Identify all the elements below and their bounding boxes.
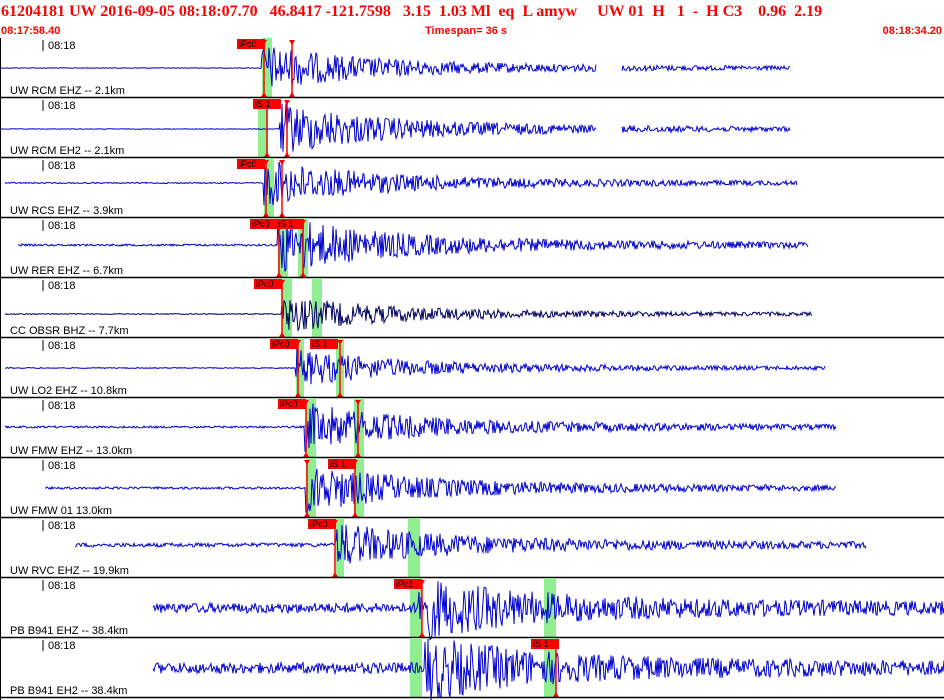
pick-marker-bottom bbox=[289, 92, 295, 97]
station-label: PB B941 EHZ -- 38.4km bbox=[10, 625, 128, 637]
timespan-label: Timespan= 36 s bbox=[425, 25, 508, 37]
pick-marker-bottom bbox=[279, 212, 285, 217]
waveform-trace bbox=[4, 161, 798, 206]
pick-window bbox=[408, 518, 420, 578]
time-label: 08:18 bbox=[48, 400, 76, 412]
event-summary-header: 61204181 UW 2016-09-05 08:18:07.70 46.84… bbox=[1, 3, 823, 20]
pick-label[interactable]: iS 1 bbox=[310, 339, 338, 349]
pick-label-text: iS 1 bbox=[533, 639, 549, 649]
pick-label[interactable]: iPc0 bbox=[237, 39, 265, 49]
time-label: 08:18 bbox=[48, 220, 76, 232]
trace-panel[interactable]: iPc0 08:18 UW RCM EHZ -- 2.1km bbox=[0, 38, 944, 99]
trace-panel[interactable]: iPc0 08:18 UW RVC EHZ -- 19.9km bbox=[0, 518, 944, 579]
pick-label[interactable]: iPc0 bbox=[250, 219, 278, 229]
station-label: UW RCM EH2 -- 2.1km bbox=[10, 145, 124, 157]
station-label: UW FMW EHZ -- 13.0km bbox=[10, 445, 132, 457]
trace-panel[interactable]: iPc1 08:18 PB B941 EHZ -- 38.4km bbox=[0, 578, 944, 641]
trace-panel[interactable]: iS 1 08:18 PB B941 EH2 -- 38.4km bbox=[0, 638, 944, 700]
pick-marker-bottom bbox=[284, 152, 290, 157]
pick-label-text: iPc0 bbox=[252, 219, 270, 229]
station-label: CC OBSR BHZ -- 7.7km bbox=[10, 325, 129, 337]
pick-label[interactable]: iPc0 bbox=[278, 399, 306, 409]
station-label: UW RER EHZ -- 6.7km bbox=[10, 265, 123, 277]
waveform-trace bbox=[5, 348, 826, 385]
pick-label[interactable]: iPc1 bbox=[394, 579, 422, 589]
time-label: 08:18 bbox=[48, 640, 76, 652]
pick-label[interactable]: iPc0 bbox=[254, 279, 282, 289]
time-label: 08:18 bbox=[48, 580, 76, 592]
pick-label-text: iPc0 bbox=[280, 399, 298, 409]
station-label: UW RCM EHZ -- 2.1km bbox=[10, 85, 125, 97]
trace-panel[interactable]: iPc0 iS 1 08:18 UW LO2 EHZ -- 10.8km bbox=[0, 338, 944, 399]
pick-label[interactable]: iS 1 bbox=[276, 219, 304, 229]
trace-panel[interactable]: iPc0 08:18 CC OBSR BHZ -- 7.7km bbox=[0, 278, 944, 339]
pick-label-text: iS 1 bbox=[330, 459, 346, 469]
pick-label[interactable]: iS 1 bbox=[328, 459, 356, 469]
pick-marker-top bbox=[284, 100, 290, 105]
pick-label-text: iPc1 bbox=[396, 579, 414, 589]
station-label: UW RCS EHZ -- 3.9km bbox=[10, 205, 123, 217]
time-label: 08:18 bbox=[48, 100, 76, 112]
pick-label-text: iPc0 bbox=[239, 159, 257, 169]
time-label: 08:18 bbox=[48, 520, 76, 532]
time-range-bar: 08:17:58.40 Timespan= 36 s 08:18:34.20 bbox=[0, 24, 944, 38]
station-label: UW RVC EHZ -- 19.9km bbox=[10, 565, 129, 577]
station-label: PB B941 EH2 -- 38.4km bbox=[10, 685, 127, 697]
station-label: UW FMW 01 13.0km bbox=[10, 505, 112, 517]
waveform-trace bbox=[17, 220, 809, 272]
pick-label-text: iPc0 bbox=[239, 39, 257, 49]
time-label: 08:18 bbox=[48, 160, 76, 172]
trace-panel[interactable]: iS 1 08:18 UW RCM EH2 -- 2.1km bbox=[0, 98, 944, 159]
pick-label-text: iPc0 bbox=[256, 279, 274, 289]
station-label: UW LO2 EHZ -- 10.8km bbox=[10, 385, 127, 397]
pick-label[interactable]: iS 1 bbox=[253, 99, 281, 109]
time-label: 08:18 bbox=[48, 460, 76, 472]
start-time: 08:17:58.40 bbox=[1, 25, 61, 37]
pick-label-text: iPc0 bbox=[272, 339, 290, 349]
end-time: 08:18:34.20 bbox=[882, 25, 942, 37]
trace-panel[interactable]: iPc0 iS 1 08:18 UW RER EHZ -- 6.7km bbox=[0, 218, 944, 279]
trace-panel[interactable]: iPc0 08:18 UW RCS EHZ -- 3.9km bbox=[0, 158, 944, 219]
time-label: 08:18 bbox=[48, 340, 76, 352]
pick-label-text: iS 1 bbox=[312, 339, 328, 349]
time-label: 08:18 bbox=[48, 280, 76, 292]
seismogram-viewer: 61204181 UW 2016-09-05 08:18:07.70 46.84… bbox=[0, 0, 944, 700]
pick-label-text: iPc0 bbox=[310, 519, 328, 529]
pick-label[interactable]: iPc0 bbox=[308, 519, 336, 529]
pick-label[interactable]: iPc0 bbox=[237, 159, 265, 169]
waveform-trace bbox=[0, 47, 791, 87]
pick-marker-top bbox=[289, 40, 295, 45]
time-label: 08:18 bbox=[48, 40, 76, 52]
waveform-trace bbox=[44, 468, 837, 514]
waveform-trace bbox=[74, 524, 867, 564]
pick-label[interactable]: iPc0 bbox=[270, 339, 298, 349]
trace-panel[interactable]: iS 1 08:18 UW FMW 01 13.0km bbox=[0, 458, 944, 519]
pick-label-text: iS 1 bbox=[255, 99, 271, 109]
pick-label-text: iS 1 bbox=[278, 219, 294, 229]
trace-panel[interactable]: iPc0 08:18 UW FMW EHZ -- 13.0km bbox=[0, 398, 944, 459]
pick-label[interactable]: iS 1 bbox=[531, 639, 559, 649]
waveform-panels[interactable]: iPc0 08:18 UW RCM EHZ -- 2.1km iS 1 08:18 UW … bbox=[0, 38, 944, 700]
